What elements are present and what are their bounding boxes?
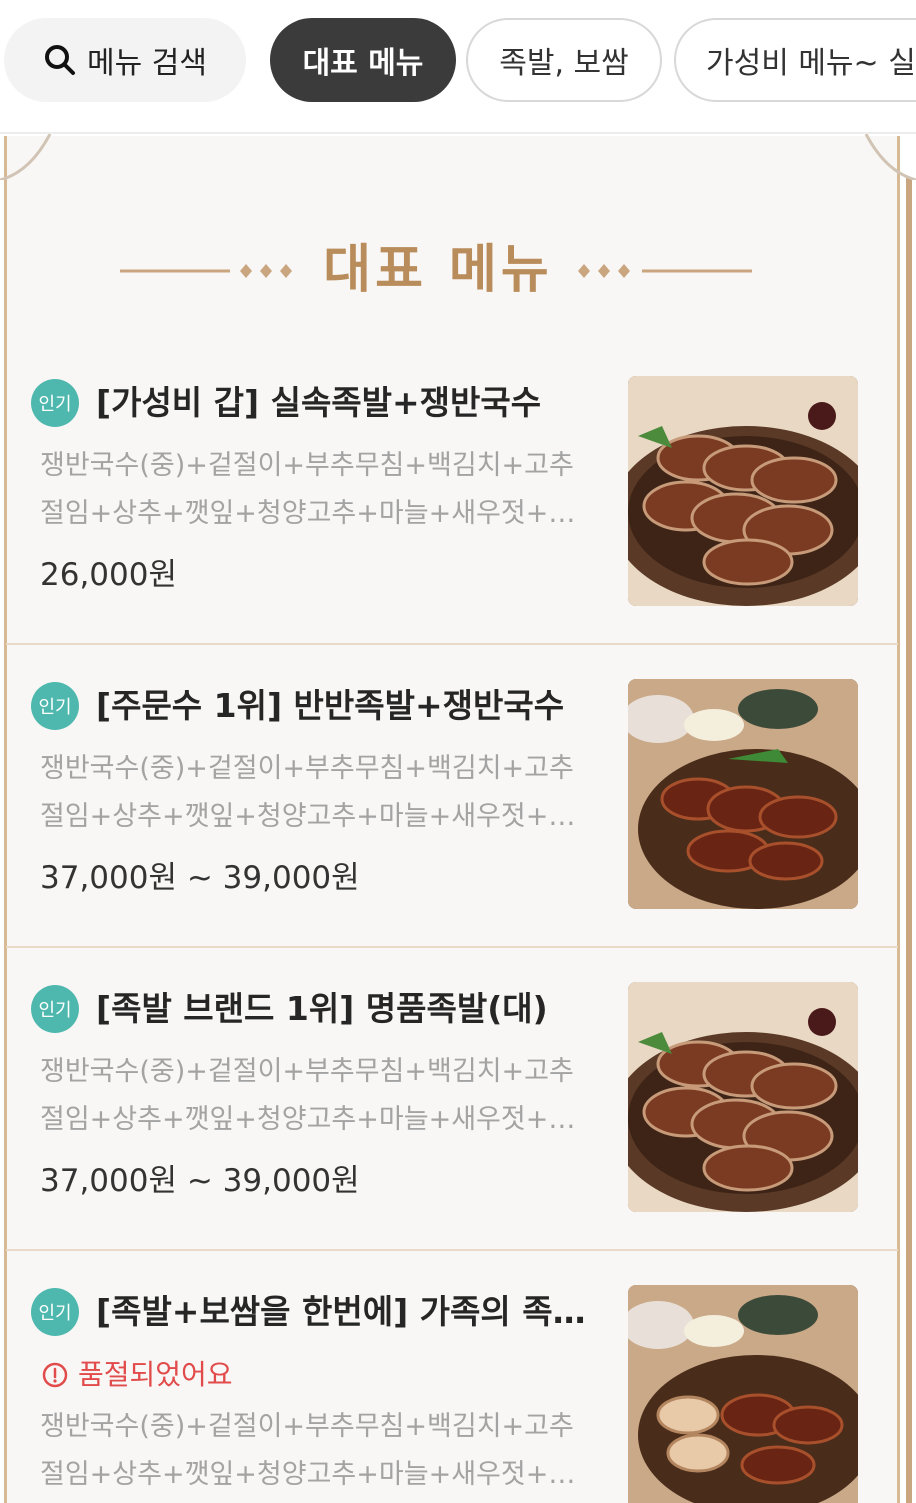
menu-item-description: 쟁반국수(중)+겉절이+부추무침+백김치+고추 (40, 450, 574, 481)
corner-ornament-left (0, 134, 52, 180)
sold-out-notice: 품절되었어요 (42, 1353, 233, 1397)
svg-text:인기: 인기 (38, 394, 71, 415)
menu-item[interactable]: 인기 [족발 브랜드 1위] 명품족발(대) 쟁반국수(중)+겉절이+부추무침+… (6, 948, 898, 1251)
tab-jokbal-bossam[interactable]: 족발, 보쌈 (466, 18, 662, 102)
section-title: 대표 메뉴 (323, 240, 553, 300)
menu-item-photo (628, 982, 858, 1212)
category-bar: 메뉴 검색 대표 메뉴 족발, 보쌈 가성비 메뉴~ 실속 (0, 0, 916, 134)
menu-item-photo (628, 376, 858, 606)
panel-frame-right (906, 178, 912, 1503)
menu-item-photo (628, 679, 858, 909)
alert-icon (42, 1362, 68, 1388)
svg-text:인기: 인기 (38, 697, 71, 718)
heading-ornament-right (578, 264, 752, 278)
search-icon (45, 45, 76, 75)
sold-out-label: 품절되었어요 (78, 1358, 233, 1391)
menu-item-description: 쟁반국수(중)+겉절이+부추무침+백김치+고추 (40, 1411, 574, 1442)
menu-item-description: 쟁반국수(중)+겉절이+부추무침+백김치+고추 (40, 1056, 574, 1087)
menu-item-price: 26,000원 (40, 557, 177, 593)
popular-badge: 인기 (31, 379, 79, 427)
tab-signature-menu[interactable]: 대표 메뉴 (270, 18, 456, 102)
menu-list: 인기 [가성비 갑] 실속족발+쟁반국수 쟁반국수(중)+겉절이+부추무침+백김… (6, 342, 898, 1503)
menu-item-description: 쟁반국수(중)+겉절이+부추무침+백김치+고추 (40, 753, 574, 784)
menu-item-title: [족발 브랜드 1위] 명품족발(대) (96, 989, 548, 1028)
tab-value-menu[interactable]: 가성비 메뉴~ 실속 (674, 18, 916, 102)
menu-item-photo (628, 1285, 858, 1503)
menu-item-title: [가성비 갑] 실속족발+쟁반국수 (96, 383, 542, 422)
menu-item-title: [족발+보쌈을 한번에] 가족의 족… (96, 1292, 586, 1331)
menu-item-description: 절임+상추+깻잎+청양고추+마늘+새우젓+… (40, 498, 576, 529)
menu-item-price: 37,000원 ~ 39,000원 (40, 1163, 360, 1199)
corner-ornament-right (864, 134, 916, 180)
section-heading: 대표 메뉴 (0, 236, 916, 306)
menu-item-description: 절임+상추+깻잎+청양고추+마늘+새우젓+… (40, 801, 576, 832)
menu-item-price: 37,000원 ~ 39,000원 (40, 860, 360, 896)
menu-item-title: [주문수 1위] 반반족발+쟁반국수 (96, 686, 565, 725)
menu-item[interactable]: 인기 [가성비 갑] 실속족발+쟁반국수 쟁반국수(중)+겉절이+부추무침+백김… (6, 342, 898, 645)
menu-item[interactable]: 인기 [족발+보쌈을 한번에] 가족의 족… 품절되었어요 쟁반국수(중)+겉절… (6, 1251, 898, 1503)
svg-text:인기: 인기 (38, 1303, 71, 1324)
svg-text:인기: 인기 (38, 1000, 71, 1021)
popular-badge: 인기 (31, 1288, 79, 1336)
heading-ornament-left (120, 264, 292, 278)
menu-item-description: 절임+상추+깻잎+청양고추+마늘+새우젓+… (40, 1104, 576, 1135)
menu-search-label: 메뉴 검색 (87, 46, 207, 81)
popular-badge: 인기 (31, 985, 79, 1033)
menu-search-button[interactable]: 메뉴 검색 (4, 18, 246, 102)
menu-item[interactable]: 인기 [주문수 1위] 반반족발+쟁반국수 쟁반국수(중)+겉절이+부추무침+백… (6, 645, 898, 948)
menu-item-description: 절임+상추+깻잎+청양고추+마늘+새우젓+… (40, 1459, 576, 1490)
popular-badge: 인기 (31, 682, 79, 730)
